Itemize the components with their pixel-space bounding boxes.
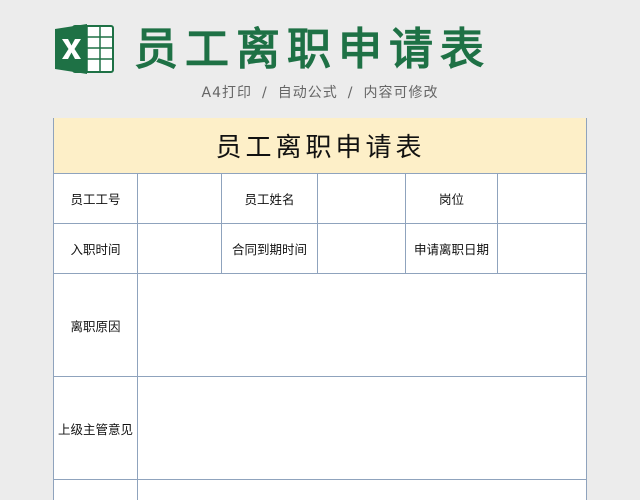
subtitle-separator: / [347, 85, 354, 101]
label-contract-end: 合同到期时间 [221, 223, 318, 274]
page-title: 员工离职申请表 [134, 24, 491, 75]
resignation-form-table: 员工离职申请表 员工工号 员工姓名 岗位 入职时间 合同到期时间 申请离职日期 … [54, 118, 586, 500]
cell-resign-date[interactable] [496, 223, 586, 274]
cell-hire-date[interactable] [137, 223, 222, 274]
cell-employee-name[interactable] [317, 173, 406, 224]
page-header: 员工离职申请表 A4打印 / 自动公式 / 内容可修改 [0, 0, 640, 118]
subtitle: A4打印 / 自动公式 / 内容可修改 [0, 82, 640, 102]
cell-empty[interactable] [136, 479, 586, 500]
cell-empty[interactable] [54, 479, 138, 500]
subtitle-separator: / [262, 85, 268, 101]
label-supervisor-opinion: 上级主管意见 [54, 376, 138, 480]
subtitle-item-formula: 自动公式 [277, 85, 338, 101]
label-employee-name: 员工姓名 [221, 173, 318, 224]
label-position: 岗位 [405, 173, 498, 224]
spreadsheet-preview: 员工离职申请表 员工工号 员工姓名 岗位 入职时间 合同到期时间 申请离职日期 … [53, 118, 587, 500]
subtitle-item-print: A4打印 [201, 85, 253, 101]
label-reason: 离职原因 [54, 273, 138, 377]
table-row: 入职时间 合同到期时间 申请离职日期 [54, 223, 586, 274]
cell-employee-id[interactable] [137, 173, 222, 224]
label-employee-id: 员工工号 [54, 173, 138, 224]
label-hire-date: 入职时间 [54, 223, 138, 274]
table-row: 离职原因 [54, 273, 586, 377]
table-row [54, 479, 586, 500]
label-resign-date: 申请离职日期 [405, 223, 498, 274]
cell-contract-end[interactable] [317, 223, 406, 274]
cell-reason[interactable] [136, 273, 586, 377]
excel-icon [55, 24, 114, 74]
table-row: 员工工号 员工姓名 岗位 [54, 173, 586, 224]
subtitle-item-editable: 内容可修改 [363, 85, 439, 101]
form-title: 员工离职申请表 [54, 118, 586, 174]
cell-position[interactable] [496, 173, 586, 224]
cell-supervisor-opinion[interactable] [136, 376, 586, 480]
table-row: 上级主管意见 [54, 376, 586, 480]
form-title-row: 员工离职申请表 [54, 118, 586, 174]
